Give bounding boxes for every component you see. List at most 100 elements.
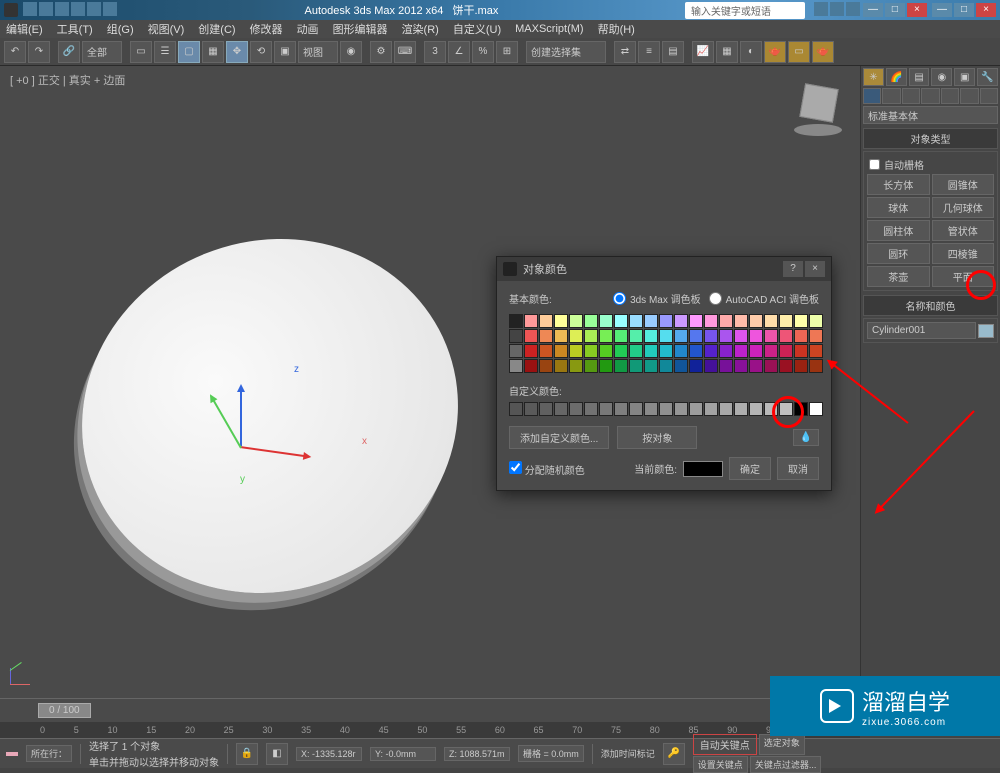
palette-swatch[interactable] [644, 329, 658, 343]
obj-type-长方体[interactable]: 长方体 [867, 174, 930, 195]
ref-coord-dropdown[interactable]: 视图 [298, 41, 338, 63]
palette-swatch[interactable] [659, 359, 673, 373]
palette-swatch[interactable] [509, 329, 523, 343]
palette-swatch[interactable] [584, 329, 598, 343]
palette-swatch[interactable] [764, 329, 778, 343]
key-filters-button[interactable]: 关键点过滤器... [750, 756, 822, 773]
palette-swatch[interactable] [689, 359, 703, 373]
palette-swatch[interactable] [599, 359, 613, 373]
schematic-button[interactable]: ▦ [716, 41, 738, 63]
palette-swatch[interactable] [734, 344, 748, 358]
redo-button[interactable]: ↷ [28, 41, 50, 63]
palette-swatch[interactable] [509, 344, 523, 358]
menu-bar[interactable]: 编辑(E) 工具(T) 组(G) 视图(V) 创建(C) 修改器 动画 图形编辑… [0, 20, 1000, 38]
object-color-swatch[interactable] [978, 324, 994, 338]
spinner-snap-button[interactable]: ⊞ [496, 41, 518, 63]
coord-z[interactable]: Z: 1088.571m [444, 747, 510, 761]
obj-type-球体[interactable]: 球体 [867, 197, 930, 218]
custom-swatch[interactable] [554, 402, 568, 416]
custom-swatch[interactable] [734, 402, 748, 416]
geometry-subtab[interactable] [863, 88, 881, 104]
palette-swatch[interactable] [749, 314, 763, 328]
palette-swatch[interactable] [719, 329, 733, 343]
palette-swatch[interactable] [674, 314, 688, 328]
custom-swatch[interactable] [809, 402, 823, 416]
hierarchy-tab[interactable]: ▤ [909, 68, 930, 86]
obj-type-平面[interactable]: 平面 [932, 266, 995, 287]
modify-tab[interactable]: 🌈 [886, 68, 907, 86]
custom-swatch[interactable] [749, 402, 763, 416]
gizmo-x-axis[interactable] [240, 446, 310, 458]
cameras-subtab[interactable] [921, 88, 939, 104]
palette-swatch[interactable] [539, 314, 553, 328]
palette-swatch[interactable] [809, 314, 823, 328]
display-tab[interactable]: ▣ [954, 68, 975, 86]
palette-swatch[interactable] [629, 344, 643, 358]
dialog-titlebar[interactable]: 对象颜色 ? × [497, 257, 831, 281]
add-custom-button[interactable]: 添加自定义颜色... [509, 426, 609, 449]
palette-swatch[interactable] [719, 359, 733, 373]
palette-swatch[interactable] [689, 329, 703, 343]
window-crossing-button[interactable]: ▦ [202, 41, 224, 63]
undo-button[interactable]: ↶ [4, 41, 26, 63]
dialog-close-button[interactable]: × [805, 261, 825, 277]
ok-button[interactable]: 确定 [729, 457, 771, 480]
create-tab[interactable]: ✳ [863, 68, 884, 86]
add-marker-label[interactable]: 添加时间标记 [601, 747, 655, 760]
palette-swatch[interactable] [629, 359, 643, 373]
coord-x[interactable]: X: -1335.128r [296, 747, 362, 761]
palette-swatch[interactable] [569, 329, 583, 343]
palette-swatch[interactable] [539, 329, 553, 343]
palette-swatch[interactable] [614, 344, 628, 358]
palette-swatch[interactable] [674, 359, 688, 373]
palette-swatch[interactable] [599, 314, 613, 328]
palette-swatch[interactable] [614, 359, 628, 373]
palette-swatch[interactable] [524, 359, 538, 373]
menu-modifiers[interactable]: 修改器 [250, 21, 283, 37]
palette-swatch[interactable] [704, 344, 718, 358]
palette-swatch[interactable] [704, 359, 718, 373]
render-setup-button[interactable]: 🫖 [764, 41, 786, 63]
obj-type-管状体[interactable]: 管状体 [932, 220, 995, 241]
window-controls[interactable]: —□× —□× [861, 3, 996, 17]
palette-swatch[interactable] [719, 314, 733, 328]
select-name-button[interactable]: ☰ [154, 41, 176, 63]
layers-button[interactable]: ▤ [662, 41, 684, 63]
palette-swatch[interactable] [524, 329, 538, 343]
color-palette[interactable] [509, 314, 819, 373]
palette-swatch[interactable] [524, 314, 538, 328]
palette-swatch[interactable] [674, 329, 688, 343]
palette-swatch[interactable] [779, 314, 793, 328]
palette-swatch[interactable] [539, 344, 553, 358]
custom-swatch[interactable] [659, 402, 673, 416]
assign-random-checkbox[interactable]: 分配随机颜色 [509, 461, 585, 477]
custom-swatch[interactable] [704, 402, 718, 416]
palette-swatch[interactable] [554, 359, 568, 373]
move-button[interactable]: ✥ [226, 41, 248, 63]
palette-swatch[interactable] [599, 329, 613, 343]
menu-animation[interactable]: 动画 [297, 21, 319, 37]
palette-swatch[interactable] [539, 359, 553, 373]
palette-swatch[interactable] [689, 314, 703, 328]
custom-swatch[interactable] [719, 402, 733, 416]
help-search-input[interactable]: 输入关键字或短语 [685, 2, 805, 19]
manip-button[interactable]: ⚙ [370, 41, 392, 63]
by-object-button[interactable]: 按对象 [617, 426, 697, 449]
menu-create[interactable]: 创建(C) [198, 21, 235, 37]
utilities-tab[interactable]: 🔧 [977, 68, 998, 86]
palette-swatch[interactable] [509, 359, 523, 373]
palette-swatch[interactable] [779, 359, 793, 373]
custom-swatch[interactable] [764, 402, 778, 416]
custom-swatch[interactable] [794, 402, 808, 416]
custom-swatch[interactable] [509, 402, 523, 416]
custom-swatch[interactable] [539, 402, 553, 416]
align-button[interactable]: ≡ [638, 41, 660, 63]
custom-swatch[interactable] [569, 402, 583, 416]
auto-grid-checkbox[interactable] [869, 159, 880, 170]
palette-swatch[interactable] [764, 359, 778, 373]
palette-swatch[interactable] [554, 314, 568, 328]
palette-swatch[interactable] [734, 359, 748, 373]
render-button[interactable]: 🫖 [812, 41, 834, 63]
obj-type-四棱锥[interactable]: 四棱锥 [932, 243, 995, 264]
palette-swatch[interactable] [509, 314, 523, 328]
